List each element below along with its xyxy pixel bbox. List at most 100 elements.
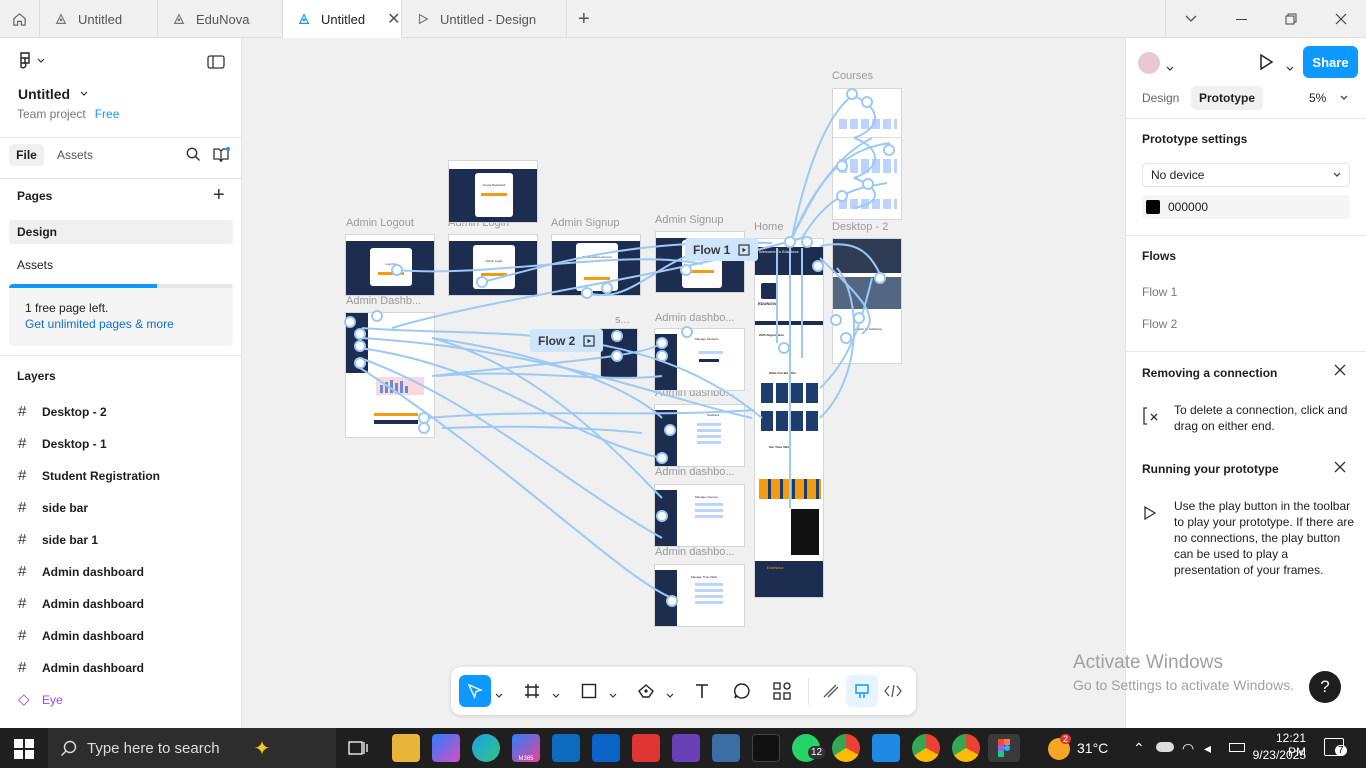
weather-temp[interactable]: 31°C	[1077, 740, 1108, 756]
chrome-icon[interactable]	[832, 734, 860, 762]
chrome-profile-icon[interactable]	[912, 734, 940, 762]
chevron-down-icon	[1340, 95, 1348, 100]
move-tool-button[interactable]	[459, 675, 491, 707]
postgres-icon[interactable]	[712, 734, 740, 762]
layer-item[interactable]: # Admin dashboard	[0, 620, 241, 652]
flow-2-chip[interactable]: Flow 2	[530, 329, 604, 352]
chevron-down-icon[interactable]	[552, 687, 560, 702]
design-mode-button[interactable]	[846, 675, 878, 707]
help-question-icon[interactable]: ?	[1309, 671, 1341, 703]
clock-date[interactable]: 9/23/2025	[1250, 748, 1306, 762]
window-close-icon[interactable]	[1316, 0, 1366, 38]
whatsapp-icon[interactable]: 12	[792, 734, 826, 762]
close-icon[interactable]: ✕	[387, 9, 400, 29]
main-menu-button[interactable]	[18, 52, 45, 70]
wps-icon[interactable]	[632, 734, 660, 762]
tab-untitled-1[interactable]: Untitled	[40, 0, 158, 38]
library-icon[interactable]	[213, 147, 230, 165]
flow-item[interactable]: Flow 1	[1142, 285, 1177, 299]
pen-tool-button[interactable]	[630, 675, 662, 707]
device-select[interactable]: No device	[1142, 163, 1350, 187]
chrome-profile-2-icon[interactable]	[952, 734, 980, 762]
chevron-down-icon[interactable]	[1286, 60, 1294, 75]
chevron-up-icon[interactable]: ⌃	[1133, 740, 1145, 757]
edge-icon[interactable]	[472, 734, 500, 762]
canvas[interactable]: Courses Home Desktop - 2 Admin Logout Ad…	[242, 38, 1125, 728]
team-project-label[interactable]: Team project	[17, 107, 86, 121]
frame-tool-button[interactable]	[516, 675, 548, 707]
shape-tool-button[interactable]	[573, 675, 605, 707]
color-swatch[interactable]	[1146, 200, 1160, 214]
draw-mode-button[interactable]	[815, 675, 847, 707]
present-play-icon[interactable]	[1259, 53, 1274, 73]
close-icon[interactable]	[1334, 461, 1346, 476]
layer-item[interactable]: # Admin dashboard	[0, 588, 241, 620]
tab-untitled-active[interactable]: Untitled ✕	[283, 0, 402, 38]
battery-icon[interactable]	[1229, 743, 1245, 752]
figma-taskbar-icon[interactable]	[988, 734, 1020, 762]
layer-item[interactable]: # Student Registration	[0, 460, 241, 492]
visual-studio-icon[interactable]	[672, 734, 700, 762]
file-explorer-icon[interactable]	[392, 734, 420, 762]
dev-mode-button[interactable]	[877, 675, 909, 707]
home-tab[interactable]	[0, 0, 40, 38]
layer-item[interactable]: # Admin dashboard	[0, 556, 241, 588]
resources-tool-button[interactable]	[766, 675, 798, 707]
volume-icon[interactable]: ◂	[1204, 740, 1211, 757]
windows-start-icon[interactable]	[14, 739, 34, 762]
search-icon[interactable]	[186, 147, 201, 165]
tab-prototype[interactable]: Prototype	[1191, 86, 1264, 110]
comment-tool-button[interactable]	[726, 675, 758, 707]
tab-file[interactable]: File	[9, 144, 44, 166]
plan-badge[interactable]: Free	[95, 107, 120, 121]
restore-icon[interactable]	[1266, 0, 1316, 38]
copilot-sparkle-icon[interactable]: ✦	[254, 736, 271, 761]
add-page-plus-icon[interactable]: +	[213, 184, 225, 207]
color-hex[interactable]: 000000	[1168, 200, 1208, 214]
m365-icon[interactable]: M365	[512, 734, 540, 762]
notification-center-icon[interactable]: 7	[1324, 738, 1347, 756]
vscode-icon[interactable]	[872, 734, 900, 762]
page-item-design[interactable]: Design	[9, 220, 233, 244]
layer-item[interactable]: # side bar	[0, 492, 241, 524]
flow-item[interactable]: Flow 2	[1142, 317, 1177, 331]
chevron-down-icon[interactable]	[1166, 60, 1174, 75]
layer-item[interactable]: # side bar 1	[0, 524, 241, 556]
play-frame-icon[interactable]	[583, 334, 595, 347]
page-item-assets[interactable]: Assets	[17, 258, 53, 272]
zoom-dropdown[interactable]: 5%	[1309, 91, 1348, 105]
text-tool-button[interactable]	[686, 675, 718, 707]
tab-untitled-design[interactable]: Untitled - Design	[402, 0, 567, 38]
outlook-icon[interactable]	[592, 734, 620, 762]
layer-item[interactable]: # Admin dashboard	[0, 652, 241, 684]
avatar[interactable]	[1138, 52, 1160, 74]
layer-item[interactable]: ◇ Eye	[0, 684, 241, 716]
tab-edunova[interactable]: EduNova	[158, 0, 283, 38]
taskbar-search-box[interactable]: Type here to search ✦	[48, 728, 336, 768]
layer-item[interactable]: # Desktop - 1	[0, 428, 241, 460]
file-name-dropdown[interactable]: Untitled	[18, 86, 88, 102]
chevron-down-icon[interactable]	[495, 687, 503, 702]
tabs-dropdown-chevron-icon[interactable]	[1166, 0, 1216, 38]
play-frame-icon[interactable]	[738, 243, 750, 256]
weather-icon[interactable]: 2	[1048, 734, 1072, 760]
chevron-down-icon[interactable]	[666, 687, 674, 702]
store-icon[interactable]	[552, 734, 580, 762]
copilot-icon[interactable]	[432, 734, 460, 762]
chevron-down-icon[interactable]	[609, 687, 617, 702]
new-tab-plus-icon[interactable]: +	[578, 8, 590, 31]
tiktok-icon[interactable]	[752, 734, 780, 762]
task-view-icon[interactable]	[348, 739, 368, 760]
minimize-icon[interactable]	[1216, 0, 1266, 38]
layer-item[interactable]: # Desktop - 2	[0, 396, 241, 428]
sidebar-toggle-icon[interactable]	[207, 55, 225, 72]
wifi-icon[interactable]: ◠	[1182, 740, 1194, 757]
tab-design[interactable]: Design	[1142, 91, 1179, 105]
close-icon[interactable]	[1334, 364, 1346, 379]
tab-assets[interactable]: Assets	[57, 148, 93, 162]
flow-1-chip[interactable]: Flow 1	[685, 238, 759, 261]
upgrade-link[interactable]: Get unlimited pages & more	[25, 317, 174, 331]
onedrive-cloud-icon[interactable]	[1156, 742, 1174, 752]
share-button[interactable]: Share	[1303, 46, 1358, 78]
background-color-field[interactable]: 000000	[1142, 195, 1350, 219]
